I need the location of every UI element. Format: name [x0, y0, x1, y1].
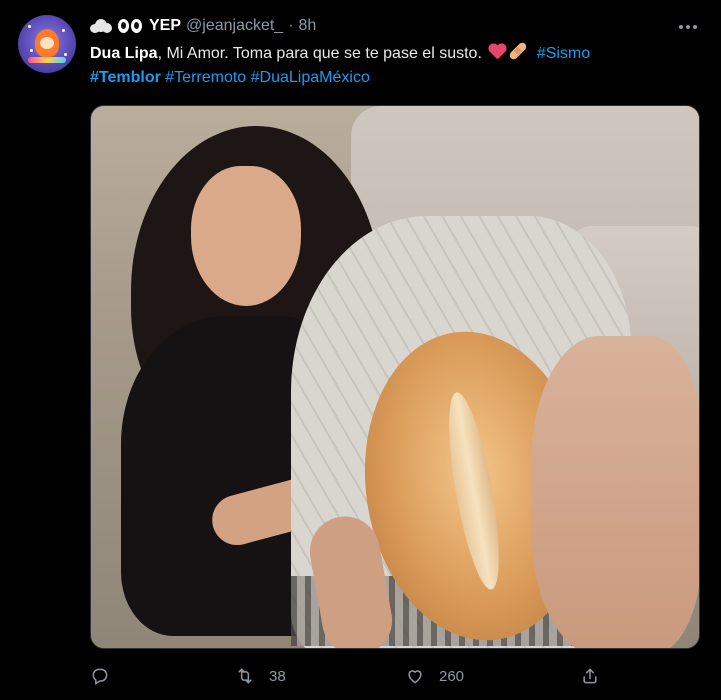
reply-button[interactable] [90, 662, 124, 690]
eyes-icon [118, 19, 142, 33]
display-name[interactable]: YEP [149, 17, 181, 35]
timestamp[interactable]: 8h [299, 17, 317, 35]
mention-name: Dua Lipa [90, 45, 158, 62]
heart-icon [405, 666, 425, 686]
like-count: 260 [439, 667, 465, 685]
hashtag-terremoto[interactable]: #Terremoto [165, 69, 246, 86]
retweet-icon [235, 666, 255, 686]
hashtag-dualipamexico[interactable]: #DuaLipaMéxico [251, 69, 370, 86]
tweet-body: , Mi Amor. Toma para que se te pase el s… [157, 45, 482, 62]
tweet-card[interactable]: YEP @jeanjacket_ · 8h Dua Lipa, Mi Amor.… [0, 0, 721, 700]
hashtag-sismo[interactable]: #Sismo [537, 45, 590, 62]
tweet-text: Dua Lipa, Mi Amor. Toma para que se te p… [90, 41, 700, 90]
hashtag-temblor[interactable]: #Temblor [90, 69, 161, 86]
share-button[interactable] [580, 662, 600, 690]
bandage-icon [508, 41, 529, 61]
more-options-button[interactable] [676, 18, 700, 36]
more-dots-icon [679, 25, 683, 29]
like-button[interactable]: 260 [405, 662, 464, 690]
retweet-count: 38 [269, 667, 286, 685]
separator-dot: · [288, 17, 294, 34]
cloud-icon [90, 19, 112, 33]
retweet-button[interactable]: 38 [235, 662, 286, 690]
avatar[interactable] [18, 15, 76, 73]
tweet-header: YEP @jeanjacket_ · 8h [90, 15, 316, 37]
reply-icon [90, 666, 110, 686]
tweet-photo[interactable] [90, 105, 700, 649]
heart-icon [488, 44, 506, 60]
user-handle[interactable]: @jeanjacket_ [186, 17, 283, 35]
tweet-actions: 38 260 [90, 662, 700, 690]
share-icon [580, 666, 600, 686]
